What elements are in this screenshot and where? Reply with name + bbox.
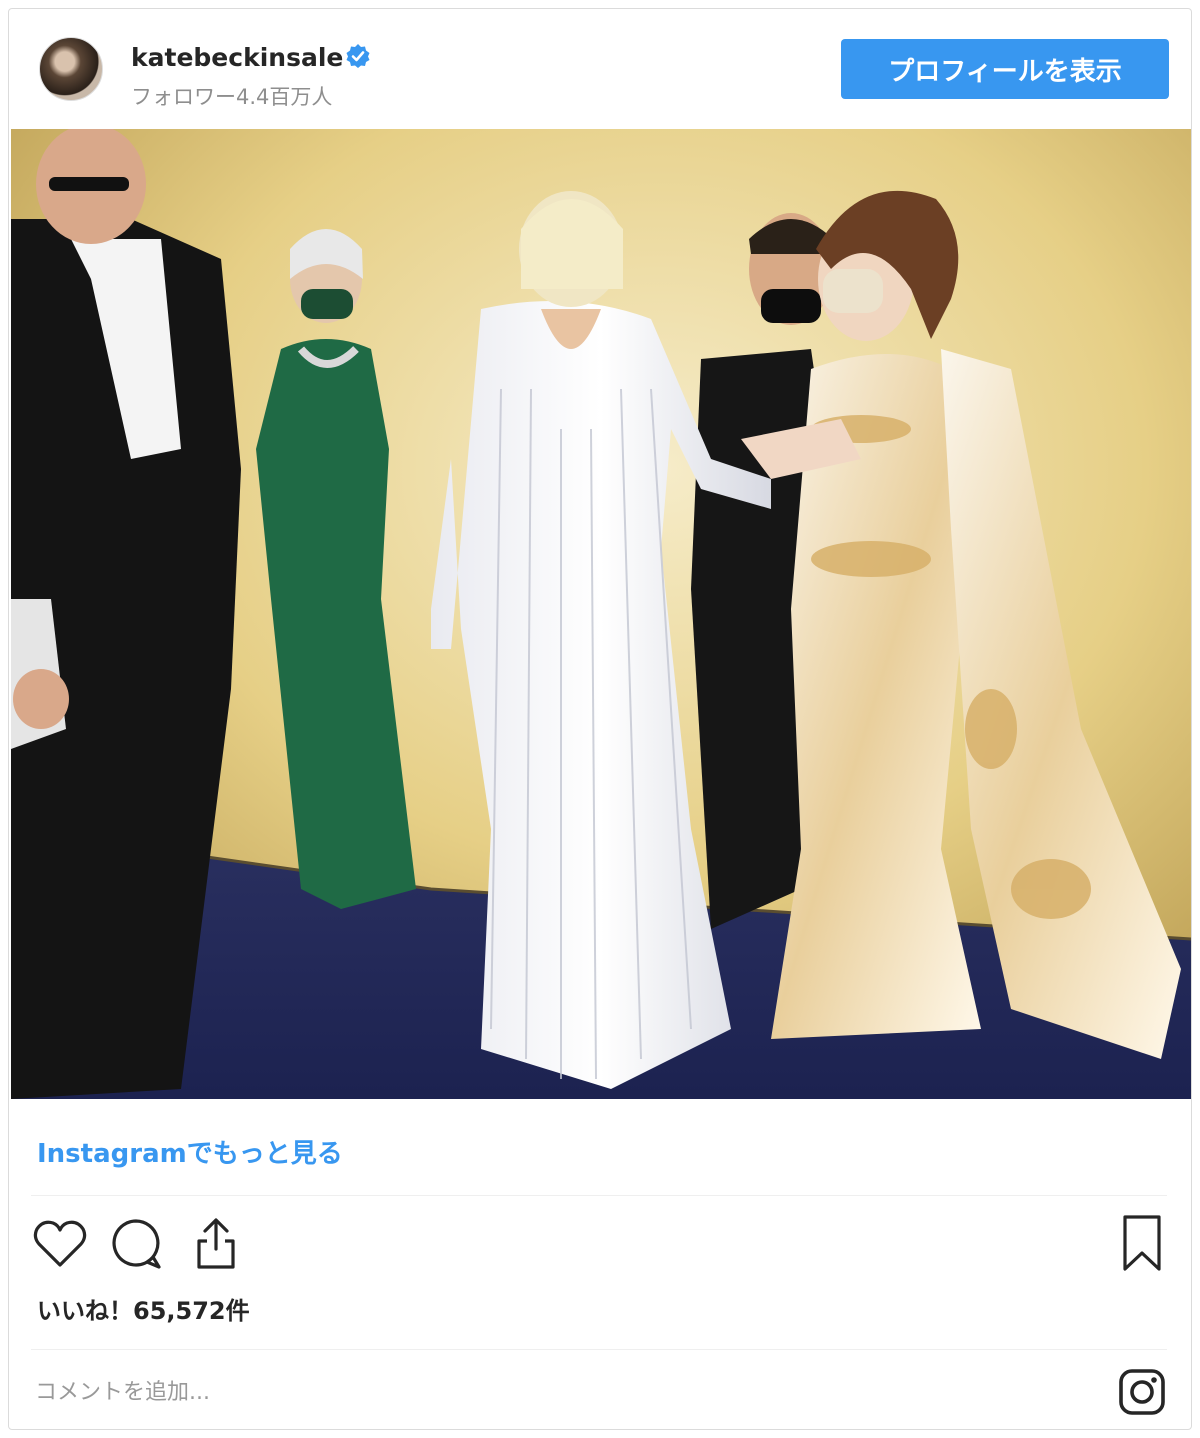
share-icon[interactable]: [187, 1215, 245, 1273]
heart-icon[interactable]: [31, 1215, 89, 1273]
post-photo-image: [11, 129, 1191, 1099]
bookmark-icon[interactable]: [1113, 1213, 1171, 1275]
post-header: katebeckinsale フォロワー4.4百万人 プロフィールを表示: [9, 9, 1191, 127]
verified-icon: [346, 44, 370, 68]
instagram-icon[interactable]: [1117, 1367, 1167, 1417]
post-photo[interactable]: [11, 129, 1191, 1099]
follower-count: フォロワー4.4百万人: [131, 85, 333, 109]
divider: [31, 1195, 1167, 1196]
comment-icon[interactable]: [107, 1215, 165, 1273]
view-profile-button[interactable]: プロフィールを表示: [841, 39, 1169, 99]
divider: [31, 1349, 1167, 1350]
avatar[interactable]: [39, 37, 103, 101]
instagram-embed-card: katebeckinsale フォロワー4.4百万人 プロフィールを表示 Ins…: [8, 8, 1192, 1430]
username[interactable]: katebeckinsale: [131, 43, 343, 72]
instagram-more-link[interactable]: Instagramでもっと見る: [37, 1133, 343, 1170]
like-count: いいね！65,572件: [37, 1297, 250, 1325]
comment-input[interactable]: [33, 1371, 1097, 1413]
